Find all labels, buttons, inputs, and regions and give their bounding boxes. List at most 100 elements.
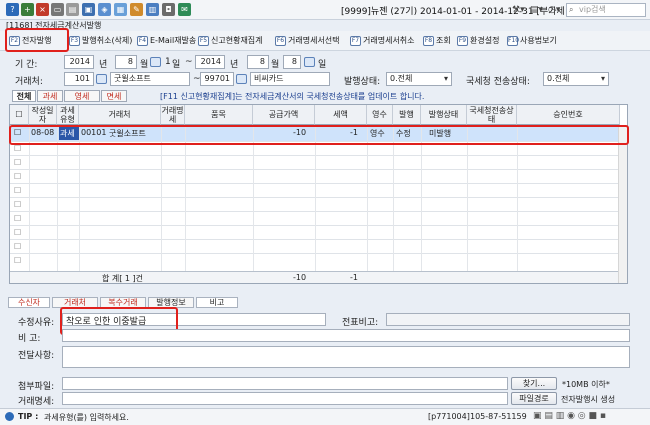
statement-label: 거래명세: <box>18 397 55 407</box>
save-icon[interactable]: ▣ <box>82 3 95 16</box>
grid-scrollbar[interactable] <box>618 125 627 283</box>
note-field[interactable] <box>62 329 630 342</box>
partner-to-code[interactable]: 99701 <box>200 72 234 86</box>
delivery-label: 전달사항: <box>18 351 55 361</box>
col-tax[interactable]: 세액 <box>315 105 367 125</box>
total-supply: -10 <box>293 273 307 282</box>
to-day-field[interactable]: 8 <box>283 55 301 69</box>
lookup-icon[interactable] <box>96 74 107 84</box>
vip-search-input[interactable]: vip검색 <box>566 3 646 17</box>
col-statement[interactable]: 거래명세 <box>161 105 185 125</box>
statement-field[interactable] <box>62 392 508 405</box>
from-month-field[interactable]: 8 <box>115 55 137 69</box>
partner-from-name: 굿윌소프트 <box>110 72 190 86</box>
delivery-field[interactable] <box>62 346 630 368</box>
memo-label: 전표비고: <box>342 318 379 328</box>
col-partner[interactable]: 거래처 <box>79 105 161 125</box>
find-file-button[interactable]: 찾기... <box>511 377 557 390</box>
col-nts-status[interactable]: 국세청전송상태 <box>467 105 517 125</box>
calendar-icon[interactable]: ▥ <box>146 3 159 16</box>
col-item[interactable]: 품목 <box>185 105 253 125</box>
code-icon[interactable]: ◈ <box>98 3 111 16</box>
notice-text: [F11 신고현황재집계]는 전자세금계산서의 국세청전송상태를 업데이트 합니… <box>160 92 425 101</box>
lock-icon[interactable]: ◘ <box>162 3 175 16</box>
lookup-icon[interactable] <box>236 74 247 84</box>
memo-field[interactable] <box>386 313 630 326</box>
col-supply[interactable]: 공급가액 <box>253 105 315 125</box>
attach-label: 첨부파일: <box>18 382 55 392</box>
status-bar: TIP : 과세유형(를) 입력하세요. [p771004] 105-87-51… <box>0 408 650 425</box>
tip-text: 과세유형(를) 입력하세요. <box>44 413 129 422</box>
tab-taxable[interactable]: 과세 <box>37 90 63 102</box>
cancel-issue-button[interactable]: F3 발행취소(삭제) <box>69 34 132 48</box>
total-label: 합 계[ 1 ]건 <box>102 274 144 283</box>
period-label: 기 간: <box>15 60 38 70</box>
status-icons[interactable]: ▣ ▤ ▥ ◉ ◎ ■ ▪ <box>533 411 606 421</box>
email-resend-button[interactable]: F4 E-Mail재발송 <box>137 34 196 48</box>
issue-status-label: 발행상태: <box>344 77 381 87</box>
report-recount-button[interactable]: F5 신고현황재집계 <box>198 34 263 48</box>
app-top-bar: ? + × ▭ ▤ ▣ ◈ ▦ ✎ ▥ ◘ ✉ [9999]뉴젠 (27기) 2… <box>0 0 650 20</box>
nts-status-label: 국세청 전송상태: <box>466 77 530 87</box>
help-icon[interactable]: ? <box>6 3 19 16</box>
clock-icon[interactable]: ◷▾ <box>548 2 560 18</box>
from-day-value: 1 <box>165 57 171 67</box>
calculator-icon[interactable]: ▦ <box>114 3 127 16</box>
search-button[interactable]: F8 조회 <box>423 34 451 48</box>
printer-icon[interactable]: ▤ <box>66 3 79 16</box>
col-receipt[interactable]: 영수 <box>367 105 393 125</box>
tab-exempt[interactable]: 면세 <box>101 90 127 102</box>
business-number: 105-87-51159 <box>470 412 527 421</box>
tab-memo[interactable]: 비고 <box>196 297 238 308</box>
print-icon[interactable]: ▭ <box>51 3 64 16</box>
settings-button[interactable]: F9 환경설정 <box>457 34 499 48</box>
attach-limit: *10MB 이하* <box>562 380 610 389</box>
from-year-field[interactable]: 2014 <box>64 55 94 69</box>
help-guide-button[interactable]: F10사용법보기 <box>507 34 557 48</box>
to-year-field[interactable]: 2014 <box>195 55 225 69</box>
empty-row-checkboxes: ☐ ☐ ☐ ☐ ☐ ☐ ☐ ☐ ☐ <box>14 144 22 265</box>
partner-label: 거래처: <box>15 77 43 87</box>
nts-status-select[interactable]: 0.전체 <box>543 72 609 86</box>
day-unit: 일 <box>318 60 327 70</box>
calendar-icon[interactable] <box>304 57 315 67</box>
function-toolbar: F2 전자발행 F3 발행취소(삭제) F4 E-Mail재발송 F5 신고현황재집계 … <box>0 31 650 51</box>
highlight-issue-button <box>5 28 69 52</box>
note-label: 비 고: <box>18 334 41 344</box>
auto-generate-note: 전자발행시 생성 <box>561 395 616 404</box>
tab-all[interactable]: 전체 <box>12 90 36 102</box>
col-issue[interactable]: 발행 <box>393 105 421 125</box>
to-month-field[interactable]: 8 <box>247 55 269 69</box>
range-separator: ~ <box>185 57 193 67</box>
tab-zero-rated[interactable]: 영세 <box>64 90 100 102</box>
col-date[interactable]: 작성일자 <box>29 105 57 125</box>
day-unit: 일 <box>172 60 181 70</box>
statement-cancel-button[interactable]: F7 거래명세서취소 <box>350 34 415 48</box>
search-icon: ⌕ <box>569 5 574 14</box>
highlight-selected-row <box>9 125 629 145</box>
memo-icon[interactable]: ✎ <box>130 3 143 16</box>
col-tax-type[interactable]: 과세유형 <box>57 105 79 125</box>
col-approval-no[interactable]: 승인번호 <box>517 105 620 125</box>
close-icon[interactable]: × <box>36 3 49 16</box>
attach-field[interactable] <box>62 377 508 390</box>
user-id: [p771004] <box>428 412 470 421</box>
plus-icon[interactable]: + <box>21 3 34 16</box>
statement-select-button[interactable]: F6 거래명세서선택 <box>275 34 340 48</box>
partner-to-name: 비씨카드 <box>250 72 330 86</box>
tab-recipient[interactable]: 수신자 <box>8 297 50 308</box>
tools-icon[interactable]: ⚒▾ <box>512 2 525 18</box>
total-row: 합 계[ 1 ]건 -10 -1 <box>10 271 627 283</box>
partner-from-code[interactable]: 101 <box>64 72 94 86</box>
year-unit: 년 <box>99 60 108 70</box>
select-all-checkbox[interactable]: ☐ <box>10 105 29 125</box>
total-tax: -1 <box>350 273 358 282</box>
reason-label: 수정사유: <box>18 318 55 328</box>
message-icon[interactable]: ✉ <box>178 3 191 16</box>
col-issue-status[interactable]: 발행상태 <box>421 105 467 125</box>
month-unit: 월 <box>140 60 149 70</box>
issue-status-select[interactable]: 0.전체 <box>386 72 452 86</box>
file-path-button[interactable]: 파일경로 <box>511 392 557 405</box>
calendar-icon[interactable] <box>150 57 161 67</box>
layout-icon[interactable]: ▤▾ <box>530 2 543 18</box>
